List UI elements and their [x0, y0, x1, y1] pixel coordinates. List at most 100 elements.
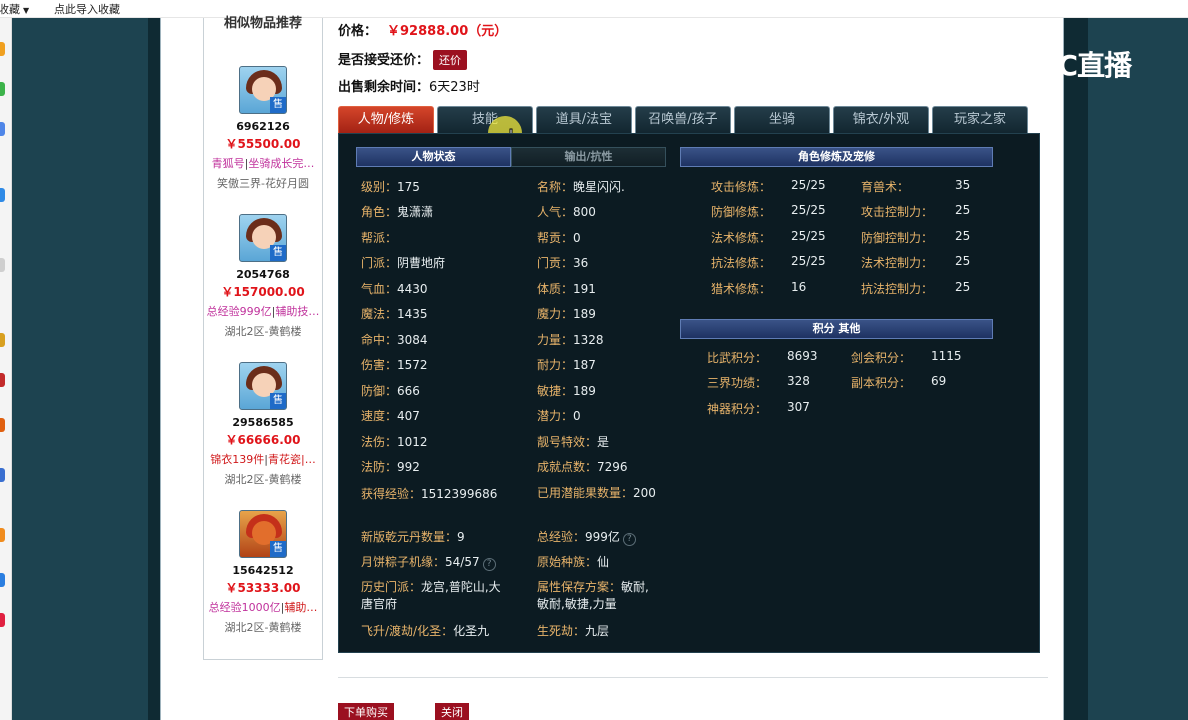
sell-tag: 售: [270, 393, 286, 409]
tab-player-home[interactable]: 玩家之家: [932, 106, 1028, 133]
stat-value: 化圣九: [453, 624, 490, 638]
character-avatar[interactable]: 售: [239, 214, 287, 262]
stat-label: 获得经验：: [361, 487, 422, 501]
import-bookmarks-link[interactable]: 点此导入收藏: [54, 1, 120, 17]
stat-value: 175: [397, 180, 420, 194]
stat-item: 原始种族：仙: [537, 553, 609, 570]
stat-value: 0: [573, 231, 581, 245]
section-points-other: 积分 其他: [680, 319, 993, 339]
stat-value: 晚星闪闪.: [573, 180, 625, 194]
item-desc: 总经验999亿|辅助技…: [206, 305, 320, 318]
app-icon[interactable]: [0, 82, 5, 96]
character-avatar[interactable]: 售: [239, 510, 287, 558]
stat-label: 法伤：: [361, 435, 398, 449]
stat-item: 三界功绩： 328: [707, 374, 810, 391]
stat-item: 帮派：: [361, 229, 397, 246]
similar-item[interactable]: 售 6962126 ￥55500.00 青狐号|坐骑成长完… 笑傲三界-花好月圆: [204, 66, 322, 191]
help-icon[interactable]: ?: [622, 533, 636, 546]
stat-value: 69: [931, 374, 947, 388]
stat-item: 角色：鬼潇潇: [361, 203, 433, 220]
app-icon[interactable]: [0, 418, 5, 432]
close-button[interactable]: 关闭: [435, 703, 469, 720]
stat-value: 1328: [573, 333, 604, 347]
app-icon[interactable]: [0, 333, 5, 347]
stat-label: 育兽术：: [861, 180, 910, 194]
app-icon[interactable]: [0, 373, 5, 387]
app-icon[interactable]: [0, 528, 5, 542]
stream-watermark: CC直播: [994, 44, 1132, 84]
stat-value: 328: [787, 374, 810, 388]
stat-item: 耐力：187: [537, 356, 596, 373]
stat-value: 1435: [397, 307, 428, 321]
watermark-text: CC直播: [1038, 49, 1132, 82]
item-desc: 锦衣139件|青花瓷|…: [210, 453, 316, 466]
character-avatar[interactable]: 售: [239, 362, 287, 410]
app-icon[interactable]: [0, 613, 5, 627]
stat-value: 25/25: [791, 254, 826, 268]
stat-label: 靓号特效：: [537, 435, 598, 449]
buy-button[interactable]: 下单购买: [338, 703, 394, 720]
tab-character[interactable]: 人物/修炼: [338, 106, 434, 133]
item-id: 29586585: [232, 416, 294, 429]
tab-pets[interactable]: 召唤兽/孩子: [635, 106, 731, 133]
help-icon[interactable]: ?: [482, 558, 496, 571]
stat-label: 门派：: [361, 256, 398, 270]
tab-outfits[interactable]: 锦衣/外观: [833, 106, 929, 133]
stat-item: 潜力：0: [537, 407, 581, 424]
stat-value: 1012: [397, 435, 428, 449]
stat-label: 速度：: [361, 409, 398, 423]
stat-label: 法术控制力：: [861, 256, 934, 270]
similar-item[interactable]: 售 29586585 ￥66666.00 锦衣139件|青花瓷|… 湖北2区-黄…: [204, 362, 322, 487]
bargain-button[interactable]: 还价: [433, 50, 468, 70]
stat-label: 生死劫：: [537, 624, 586, 638]
stat-label: 月饼粽子机缘：: [361, 555, 446, 569]
stat-label: 抗法控制力：: [861, 282, 934, 296]
app-icon[interactable]: [0, 258, 5, 272]
item-desc: 青狐号|坐骑成长完…: [211, 157, 315, 170]
page-background-left: [12, 18, 148, 720]
stat-item: 力量：1328: [537, 331, 604, 348]
stat-value: 4430: [397, 282, 428, 296]
app-icon[interactable]: [0, 122, 5, 136]
stat-value: 189: [573, 384, 596, 398]
tab-mounts[interactable]: 坐骑: [734, 106, 830, 133]
stat-label: 人气：: [537, 205, 574, 219]
app-icon[interactable]: [0, 188, 5, 202]
similar-item[interactable]: 售 15642512 ￥53333.00 总经验1000亿|辅助… 湖北2区-黄…: [204, 510, 322, 635]
stat-label: 防御修炼：: [711, 205, 772, 219]
character-avatar[interactable]: 售: [239, 66, 287, 114]
tab-items[interactable]: 道具/法宝: [536, 106, 632, 133]
stat-item: 命中：3084: [361, 331, 428, 348]
stat-label: 攻击修炼：: [711, 180, 772, 194]
stat-value: 307: [787, 400, 810, 414]
stat-label: 抗法修炼：: [711, 256, 772, 270]
app-icon[interactable]: [0, 573, 5, 587]
stat-item: 新版乾元丹数量：9: [361, 528, 465, 545]
similar-item[interactable]: 售 2054768 ￥157000.00 总经验999亿|辅助技… 湖北2区-黄…: [204, 214, 322, 339]
stat-value: 189: [573, 307, 596, 321]
stat-item: 成就点数：7296: [537, 458, 628, 475]
stat-item: 帮贡：0: [537, 229, 581, 246]
stat-item: 获得经验：1512399686: [361, 485, 497, 502]
chevron-down-icon: ▼: [23, 6, 30, 15]
sell-tag: 售: [270, 541, 286, 557]
stat-value: 8693: [787, 349, 818, 363]
stat-label: 防御控制力：: [861, 231, 934, 245]
app-icon[interactable]: [0, 468, 5, 482]
stat-value: 1572: [397, 358, 428, 372]
stat-value: 25: [955, 280, 971, 294]
stat-value: 666: [397, 384, 420, 398]
stat-item: 比武积分： 8693: [707, 349, 818, 366]
stat-label: 防御：: [361, 384, 398, 398]
app-icon[interactable]: [0, 42, 5, 56]
stat-label: 体质：: [537, 282, 574, 296]
stat-item: 防御控制力： 25: [861, 229, 970, 246]
stat-label: 敏捷：: [537, 384, 574, 398]
stat-value: 25/25: [791, 203, 826, 217]
section-character-status[interactable]: 人物状态: [356, 147, 511, 167]
section-output-resistance[interactable]: 输出/抗性: [511, 147, 666, 167]
bookmarks-menu[interactable]: 收藏 ▼: [0, 1, 29, 17]
character-detail-content: 人物状态 输出/抗性 角色修炼及宠修 积分 其他 级别：175 角色：鬼潇潇 帮派：…: [338, 133, 1040, 653]
stat-item: 敏捷：189: [537, 382, 596, 399]
stat-value: 1512399686: [421, 487, 498, 501]
